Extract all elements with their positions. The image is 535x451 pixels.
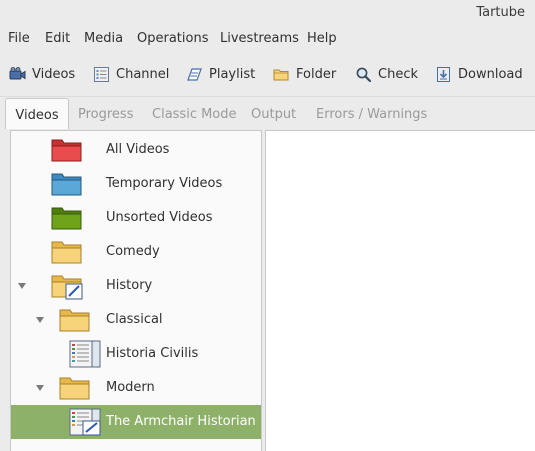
tab-errors-warnings[interactable]: Errors / Warnings: [316, 98, 427, 128]
playlist-icon: [187, 67, 202, 81]
menu-livestreams[interactable]: Livestreams: [220, 31, 299, 46]
tab-output[interactable]: Output: [251, 98, 296, 128]
tree-item-classical[interactable]: Classical: [11, 303, 261, 337]
add-playlist-button[interactable]: Playlist: [186, 64, 255, 84]
tree-item-label: Comedy: [106, 244, 160, 259]
download-button[interactable]: Download: [435, 64, 523, 84]
channel-list-icon: [69, 340, 101, 368]
download-label: Download: [458, 66, 523, 82]
menu-help[interactable]: Help: [307, 31, 337, 46]
tab-videos[interactable]: Videos: [5, 98, 69, 129]
add-playlist-label: Playlist: [209, 66, 256, 82]
download-icon: [437, 66, 450, 82]
tab-progress[interactable]: Progress: [78, 98, 133, 128]
folder-green-icon: [51, 207, 82, 230]
menu-bar: File Edit Media Operations Livestreams H…: [0, 26, 535, 52]
menu-operations[interactable]: Operations: [137, 31, 208, 46]
magnifier-icon: [356, 67, 372, 82]
tree-item-the-armchair-historian[interactable]: The Armchair Historian: [11, 405, 261, 439]
tree-item-history[interactable]: History: [11, 269, 261, 303]
add-videos-label: Videos: [32, 66, 76, 82]
check-label: Check: [378, 66, 418, 82]
tree-item-unsorted-videos[interactable]: Unsorted Videos: [11, 201, 261, 235]
expander-down-icon[interactable]: [35, 316, 45, 324]
tree-item-temporary-videos[interactable]: Temporary Videos: [11, 167, 261, 201]
check-button[interactable]: Check: [355, 64, 418, 84]
folder-yellow-icon: [59, 377, 90, 400]
menu-media[interactable]: Media: [84, 31, 123, 46]
tree-item-label: History: [106, 278, 153, 293]
add-folder-button[interactable]: Folder: [273, 64, 336, 84]
main-tabs: Videos Progress Classic Mode Output Erro…: [0, 98, 535, 129]
add-videos-button[interactable]: Videos: [9, 64, 75, 84]
tree-item-comedy[interactable]: Comedy: [11, 235, 261, 269]
add-channel-label: Channel: [116, 66, 170, 82]
folder-blue-icon: [51, 173, 82, 196]
tree-item-label: Classical: [106, 312, 163, 327]
tab-classic-mode[interactable]: Classic Mode: [152, 98, 237, 128]
menu-file[interactable]: File: [8, 31, 30, 46]
folder-red-icon: [51, 139, 82, 162]
expander-down-icon[interactable]: [35, 384, 45, 392]
tree-item-label: Unsorted Videos: [106, 210, 213, 225]
video-camera-icon: [9, 66, 26, 79]
folder-icon: [273, 69, 289, 80]
menu-edit[interactable]: Edit: [45, 31, 70, 46]
window-title: Tartube: [476, 5, 525, 20]
media-tree: All Videos Temporary Videos Unsorted Vid…: [10, 130, 262, 451]
tree-item-all-videos[interactable]: All Videos: [11, 133, 261, 167]
tree-item-historia-civilis[interactable]: Historia Civilis: [11, 337, 261, 371]
add-folder-label: Folder: [296, 66, 337, 82]
tree-item-label: The Armchair Historian: [106, 414, 256, 429]
tree-item-label: Modern: [106, 380, 155, 395]
add-channel-button[interactable]: Channel: [93, 64, 169, 84]
toolbar: Videos Channel Playlist Folder Check Dow…: [0, 52, 535, 97]
channel-list-edit-icon: [69, 408, 101, 436]
folder-yellow-edit-icon: [51, 275, 83, 300]
tree-item-label: All Videos: [106, 142, 170, 157]
channel-list-icon: [94, 66, 109, 82]
video-list-pane: [265, 130, 535, 451]
folder-yellow-icon: [51, 241, 82, 264]
title-bar: Tartube: [0, 0, 535, 26]
expander-down-icon[interactable]: [17, 282, 27, 290]
tree-item-modern[interactable]: Modern: [11, 371, 261, 405]
tree-item-label: Historia Civilis: [106, 346, 199, 361]
folder-yellow-icon: [59, 309, 90, 332]
tree-item-label: Temporary Videos: [106, 176, 223, 191]
